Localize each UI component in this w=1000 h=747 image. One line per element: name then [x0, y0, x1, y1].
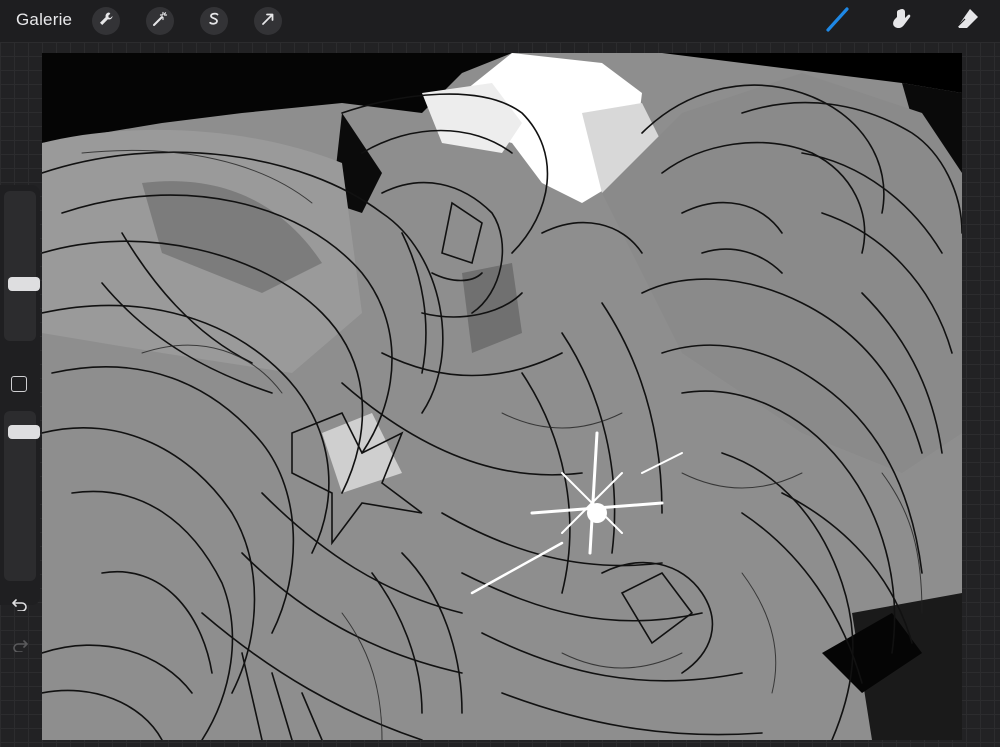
opacity-handle[interactable] [8, 425, 40, 439]
arrow-cursor-icon [260, 11, 276, 32]
drawing-canvas[interactable] [42, 53, 962, 740]
wrench-icon [98, 11, 114, 32]
eraser-button[interactable] [953, 6, 983, 36]
brush-size-handle[interactable] [8, 277, 40, 291]
selection-button[interactable] [200, 7, 228, 35]
smudge-icon [890, 6, 916, 37]
gallery-button[interactable]: Galerie [16, 10, 72, 30]
eraser-icon [955, 6, 981, 37]
undo-icon [12, 597, 28, 616]
sketch-artwork [42, 53, 962, 740]
magic-wand-icon [152, 11, 168, 32]
adjustments-button[interactable] [146, 7, 174, 35]
brush-size-slider[interactable] [4, 191, 40, 341]
modify-square-icon[interactable] [11, 376, 27, 392]
redo-icon [12, 638, 28, 657]
opacity-slider[interactable] [4, 411, 40, 581]
redo-button[interactable] [9, 636, 31, 658]
brush-icon [825, 6, 851, 37]
top-toolbar: Galerie [0, 0, 1000, 43]
left-sidebar [0, 185, 40, 612]
brush-button[interactable] [823, 6, 853, 36]
selection-s-icon [206, 11, 222, 32]
undo-button[interactable] [9, 595, 31, 617]
smudge-button[interactable] [888, 6, 918, 36]
actions-button[interactable] [92, 7, 120, 35]
transform-button[interactable] [254, 7, 282, 35]
